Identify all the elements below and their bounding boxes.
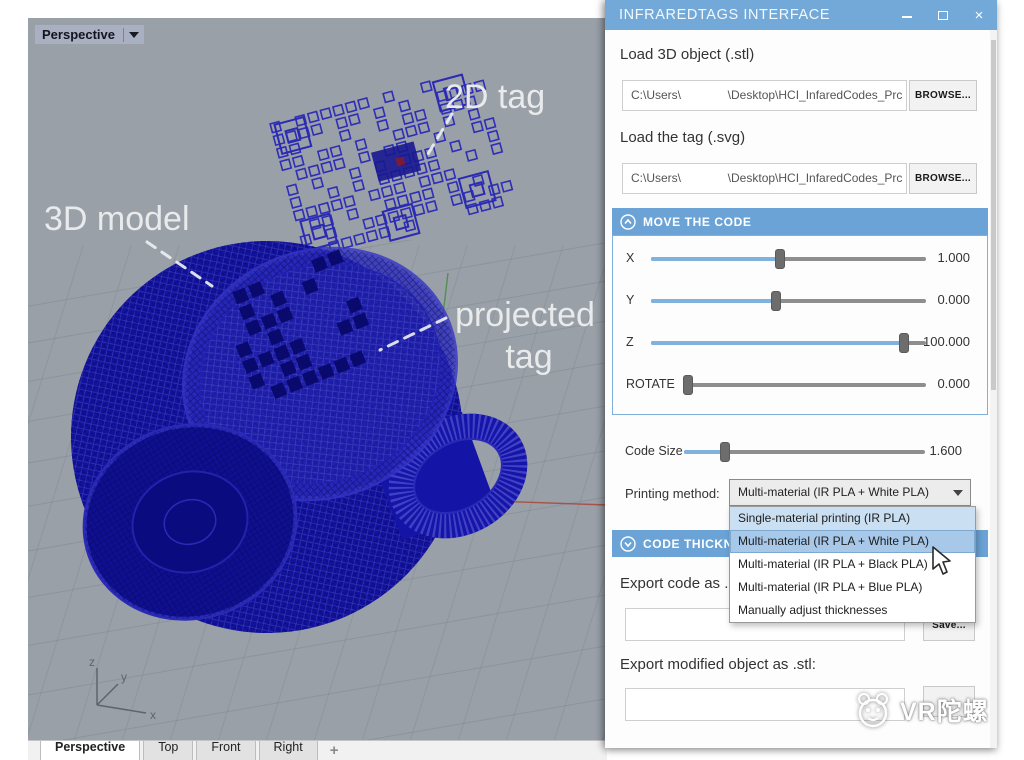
slider-z-label: Z (626, 335, 634, 349)
slider-x-value: 1.000 (937, 250, 970, 265)
browse-object-button[interactable]: BROWSE... (909, 80, 977, 111)
slider-row-rotate: ROTATE 0.000 (626, 371, 976, 399)
viewport-title-dropdown[interactable]: Perspective (35, 25, 144, 44)
code-thickness-title: CODE THICKNE (643, 537, 742, 551)
load-tag-label: Load the tag (.svg) (620, 129, 745, 146)
slider-y-fill (651, 299, 776, 303)
browse-tag-button[interactable]: BROWSE... (909, 163, 977, 194)
infraredtags-panel: INFRAREDTAGS INTERFACE × Load 3D object … (605, 0, 997, 748)
watermark-text: VR陀螺 (900, 692, 989, 728)
chevron-down-circle-icon (620, 536, 636, 552)
option-single-material[interactable]: Single-material printing (IR PLA) (730, 507, 975, 530)
printing-method-label: Printing method: (625, 486, 720, 501)
add-view-tab-icon[interactable]: + (330, 742, 339, 759)
slider-x-fill (651, 257, 780, 261)
chevron-down-icon (953, 490, 963, 496)
close-button[interactable]: × (967, 0, 991, 30)
move-the-code-groupbox: X 1.000 Y 0.000 Z 100.000 ROTATE (612, 235, 988, 415)
code-size-thumb[interactable] (720, 442, 730, 462)
chevron-up-circle-icon (620, 214, 636, 230)
chevron-down-icon (129, 32, 139, 38)
slider-z-thumb[interactable] (899, 333, 909, 353)
watermark: VR陀螺 (852, 688, 989, 732)
slider-z[interactable] (651, 341, 926, 345)
axis-y-label: y (121, 670, 127, 684)
minimize-button[interactable] (895, 0, 919, 30)
export-object-label: Export modified object as .stl: (620, 656, 816, 673)
label-projected-line1: projected (455, 296, 595, 334)
viewport-canvas: 3D model 2D tag projected tag z y x (28, 18, 607, 740)
move-the-code-title: MOVE THE CODE (643, 215, 751, 229)
slider-x-thumb[interactable] (775, 249, 785, 269)
printing-method-selected: Multi-material (IR PLA + White PLA) (738, 485, 929, 499)
code-size-fill (684, 450, 725, 454)
leader-2d-tag (425, 114, 452, 159)
view-tab-bar: Perspective Top Front Right + (28, 740, 607, 760)
slider-row-x: X 1.000 (626, 245, 976, 273)
slider-y-value: 0.000 (937, 292, 970, 307)
label-projected-line2: tag (505, 338, 552, 376)
tab-top[interactable]: Top (143, 740, 193, 760)
slider-rotate-thumb[interactable] (683, 375, 693, 395)
panel-title: INFRAREDTAGS INTERFACE (619, 7, 830, 23)
close-icon: × (975, 7, 984, 24)
slider-z-fill (651, 341, 904, 345)
code-size-label: Code Size (625, 444, 683, 458)
label-3d-model: 3D model (44, 200, 190, 238)
tab-front[interactable]: Front (196, 740, 255, 760)
panel-scrollbar-thumb[interactable] (991, 40, 996, 390)
slider-z-value: 100.000 (923, 334, 970, 349)
maximize-icon (938, 11, 948, 20)
slider-x-label: X (626, 251, 634, 265)
mug-wireframe (28, 190, 533, 684)
slider-y[interactable] (651, 299, 926, 303)
tag-path-input[interactable]: C:\Users\ \Desktop\HCI_InfaredCodes_Prc (622, 163, 907, 194)
divider (123, 28, 124, 42)
panel-scrollbar[interactable] (990, 30, 997, 748)
maximize-button[interactable] (931, 0, 955, 30)
option-multi-blue[interactable]: Multi-material (IR PLA + Blue PLA) (730, 576, 975, 599)
slider-row-y: Y 0.000 (626, 287, 976, 315)
axis-z-label: z (89, 655, 95, 669)
slider-rotate-label: ROTATE (626, 377, 675, 391)
mouse-cursor (931, 546, 955, 576)
code-size-row: Code Size 1.600 (605, 438, 997, 466)
perspective-viewport[interactable]: 3D model 2D tag projected tag z y x Pers… (28, 18, 607, 740)
export-code-label: Export code as .s (620, 575, 736, 592)
tab-right[interactable]: Right (259, 740, 318, 760)
option-manual-thickness[interactable]: Manually adjust thicknesses (730, 599, 975, 622)
slider-row-z: Z 100.000 (626, 329, 976, 357)
printing-method-dropdown[interactable]: Multi-material (IR PLA + White PLA) (729, 479, 971, 506)
move-the-code-header[interactable]: MOVE THE CODE (612, 208, 988, 235)
slider-y-thumb[interactable] (771, 291, 781, 311)
axis-x-label: x (150, 708, 156, 722)
viewport-title: Perspective (42, 27, 115, 42)
slider-x[interactable] (651, 257, 926, 261)
code-size-slider[interactable] (684, 450, 925, 454)
tab-perspective[interactable]: Perspective (40, 740, 140, 760)
minimize-icon (902, 16, 912, 18)
slider-rotate[interactable] (683, 383, 926, 387)
watermark-logo-icon (852, 688, 894, 732)
label-2d-tag: 2D tag (445, 78, 545, 116)
code-size-value: 1.600 (929, 443, 962, 458)
load-object-label: Load 3D object (.stl) (620, 46, 754, 63)
slider-y-label: Y (626, 293, 634, 307)
slider-rotate-value: 0.000 (937, 376, 970, 391)
object-path-input[interactable]: C:\Users\ \Desktop\HCI_InfaredCodes_Prc (622, 80, 907, 111)
